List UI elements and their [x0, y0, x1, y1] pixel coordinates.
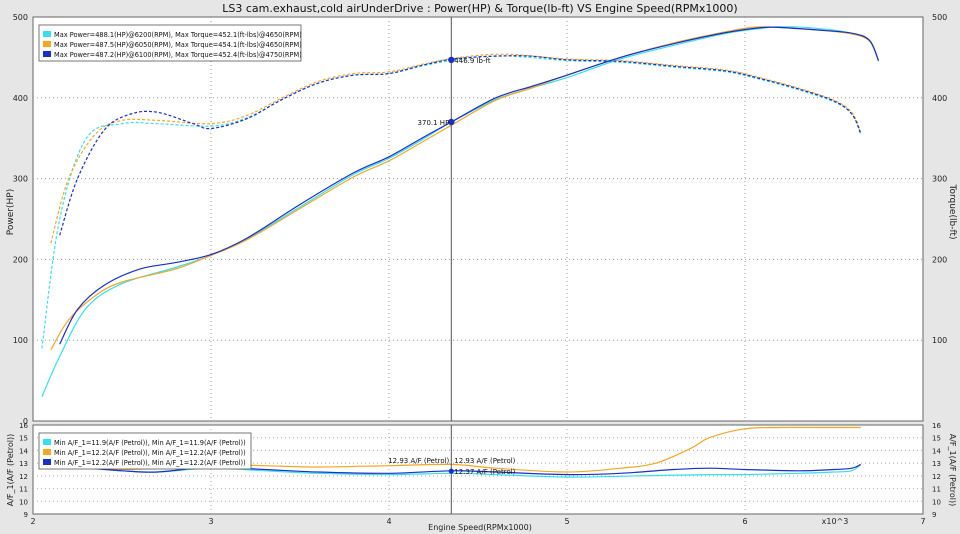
- legend-entry: Min A/F_1=12.2(A/F (Petrol)), Min A/F_1=…: [54, 459, 246, 467]
- af-y2-tick-label: 15: [932, 435, 941, 443]
- x-tick-label: 6: [742, 517, 747, 526]
- af-y2-tick-label: 10: [932, 498, 941, 506]
- power-torque-plot-area[interactable]: [32, 16, 924, 422]
- cursor-label-af: 12.93 A/F (Petrol): [388, 457, 449, 465]
- af-y-tick-label: 14: [19, 447, 28, 455]
- y2-tick-label: 500: [932, 13, 947, 22]
- y-tick-label: 200: [13, 255, 28, 264]
- x-tick-label: 3: [208, 517, 213, 526]
- legend-entry: Max Power=488.1(HP)@6200(RPM), Max Torqu…: [54, 31, 302, 39]
- af-y-tick-label: 12: [19, 473, 28, 481]
- y2-tick-label: 100: [932, 336, 947, 345]
- legend-swatch: [43, 449, 51, 455]
- legend-entry: Max Power=487.5(HP)@6050(RPM), Max Torqu…: [54, 41, 302, 49]
- af-y-tick-label: 11: [19, 486, 28, 494]
- y2-tick-label: 400: [932, 94, 947, 103]
- af-y-tick-label: 13: [19, 460, 28, 468]
- y-tick-label: 500: [13, 13, 28, 22]
- af-y-tick-label: 15: [19, 435, 28, 443]
- x-multiplier-label: x10^3: [822, 517, 849, 526]
- legend-swatch: [43, 51, 51, 57]
- dyno-chart: LS3 cam.exhaust,cold airUnderDrive : Pow…: [6, 2, 957, 532]
- x-tick-label: 7: [920, 517, 925, 526]
- y2-tick-label: 200: [932, 255, 947, 264]
- dyno-chart-window: LS3 cam.exhaust,cold airUnderDrive : Pow…: [0, 0, 960, 534]
- af-y2-tick-label: 16: [932, 422, 941, 430]
- cursor-label-af: 12.93 A/F (Petrol): [454, 457, 515, 465]
- cursor-label-torque: 446.9 lb-ft: [454, 57, 491, 65]
- x-axis-label: Engine Speed(RPMx1000): [428, 523, 532, 532]
- y2-tick-label: 300: [932, 175, 947, 184]
- af-y-tick-label: 10: [19, 498, 28, 506]
- cursor-label-af: 12.37 A/F (Petrol): [454, 468, 515, 476]
- legend-entry: Min A/F_1=12.2(A/F (Petrol)), Min A/F_1=…: [54, 449, 246, 457]
- af-y2-tick-label: 13: [932, 460, 941, 468]
- x-tick-label: 4: [386, 517, 391, 526]
- y-tick-label: 300: [13, 175, 28, 184]
- cursor-marker-af: [448, 468, 454, 474]
- af-y2-tick-label: 12: [932, 473, 941, 481]
- power-torque-legend: Max Power=488.1(HP)@6200(RPM), Max Torqu…: [38, 24, 302, 62]
- legend-swatch: [43, 31, 51, 37]
- af-y2-tick-label: 11: [932, 486, 941, 494]
- cursor-label-power: 370.1 HP: [418, 119, 450, 127]
- af-y-tick-label: 9: [24, 511, 28, 519]
- chart-title: LS3 cam.exhaust,cold airUnderDrive : Pow…: [222, 2, 737, 15]
- y-axis-label-af-right: A/F_1(A/F (Petrol)): [948, 434, 957, 506]
- legend-swatch: [43, 41, 51, 47]
- af-y-tick-label: 16: [19, 422, 28, 430]
- af-y2-tick-label: 14: [932, 447, 941, 455]
- legend-swatch: [43, 459, 51, 465]
- y-axis-label-torque: Torque(lb-ft): [947, 184, 957, 240]
- legend-entry: Max Power=487.2(HP)@6100(RPM), Max Torqu…: [54, 51, 302, 59]
- y-axis-label-af-left: A/F_1(A/F (Petrol)): [6, 434, 15, 506]
- x-tick-label: 5: [564, 517, 569, 526]
- y-tick-label: 400: [13, 94, 28, 103]
- y-axis-label-power: Power(HP): [6, 189, 16, 235]
- x-tick-label: 2: [30, 517, 35, 526]
- legend-swatch: [43, 439, 51, 445]
- y-tick-label: 100: [13, 336, 28, 345]
- af-y2-tick-label: 9: [932, 511, 936, 519]
- legend-entry: Min A/F_1=11.9(A/F (Petrol)), Min A/F_1=…: [54, 439, 246, 447]
- af-legend: Min A/F_1=11.9(A/F (Petrol)), Min A/F_1=…: [38, 432, 252, 470]
